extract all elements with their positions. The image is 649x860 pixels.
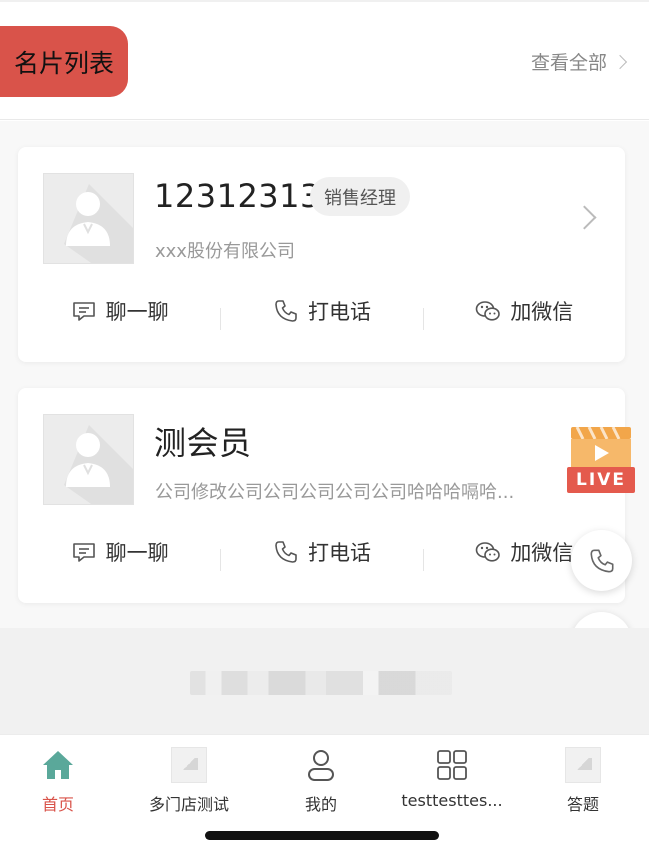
- footer-band: [0, 628, 649, 734]
- chat-button[interactable]: 聊一聊: [18, 296, 220, 326]
- tab-testtesttes[interactable]: testtesttes...: [387, 745, 517, 825]
- home-indicator: [205, 831, 439, 840]
- tab-label: 首页: [41, 795, 74, 814]
- chat-label: 聊一聊: [105, 300, 169, 324]
- phone-icon: [589, 548, 614, 573]
- user-icon: [303, 747, 339, 783]
- phone-icon: [275, 300, 297, 322]
- tab-quiz[interactable]: 答题: [518, 745, 648, 825]
- tab-home[interactable]: 首页: [0, 745, 123, 825]
- title-badge: 销售经理: [310, 177, 410, 216]
- chat-bubble-icon: [72, 543, 95, 562]
- call-label: 打电话: [307, 541, 371, 565]
- wechat-label: 加微信: [510, 541, 574, 565]
- avatar: [43, 173, 134, 264]
- tab-label: 答题: [566, 795, 599, 814]
- avatar-placeholder-icon: [64, 425, 133, 504]
- add-wechat-button[interactable]: 加微信: [422, 296, 625, 330]
- card-actions: 聊一聊 打电话 加微信: [18, 528, 625, 576]
- card-actions: 聊一聊 打电话 加微信: [18, 287, 625, 335]
- chevron-right-icon: [612, 54, 628, 69]
- live-label: LIVE: [567, 467, 635, 493]
- image-placeholder-icon: [171, 747, 207, 783]
- page-title: 名片列表: [0, 26, 128, 97]
- section-header: 名片列表 查看全部: [0, 2, 649, 120]
- chevron-right-icon[interactable]: [572, 205, 597, 230]
- call-button[interactable]: 打电话: [220, 537, 422, 571]
- bottom-tab-bar: 首页 多门店测试 我的 testtesttes... 答题: [0, 734, 649, 860]
- home-icon: [40, 747, 76, 783]
- grid-icon: [434, 747, 470, 783]
- company-name: 公司修改公司公司公司公司公司哈哈哈嗝哈...: [155, 482, 515, 503]
- floating-call-button[interactable]: [571, 530, 632, 591]
- tab-label: 我的: [304, 795, 337, 814]
- wechat-icon: [476, 301, 501, 321]
- chat-label: 聊一聊: [105, 541, 169, 565]
- company-name: xxx股份有限公司: [155, 241, 295, 262]
- page: 名片列表 查看全部 12312313 销售经理 xxx股份有限公司 聊一聊 打电…: [0, 0, 649, 860]
- phone-icon: [275, 541, 297, 563]
- card-name: 12312313: [154, 177, 321, 215]
- wechat-label: 加微信: [510, 300, 574, 324]
- business-card[interactable]: 测会员 公司修改公司公司公司公司公司哈哈哈嗝哈... 聊一聊 打电话 加微信: [18, 388, 625, 603]
- avatar: [43, 414, 134, 505]
- tab-multi-store-test[interactable]: 多门店测试: [124, 745, 254, 825]
- wechat-icon: [476, 542, 501, 562]
- card-name: 测会员: [154, 424, 252, 462]
- business-card[interactable]: 12312313 销售经理 xxx股份有限公司 聊一聊 打电话 加微信: [18, 147, 625, 362]
- clapperboard-icon: [571, 426, 631, 469]
- blurred-footer-text: [190, 671, 452, 695]
- tab-mine[interactable]: 我的: [256, 745, 386, 825]
- chat-button[interactable]: 聊一聊: [18, 537, 220, 567]
- call-button[interactable]: 打电话: [220, 296, 422, 330]
- tab-label: 多门店测试: [148, 795, 229, 814]
- image-placeholder-icon: [565, 747, 601, 783]
- tab-label: testtesttes...: [401, 791, 503, 810]
- view-all-link[interactable]: 查看全部: [530, 48, 628, 75]
- view-all-label: 查看全部: [530, 52, 607, 74]
- avatar-placeholder-icon: [64, 184, 133, 263]
- call-label: 打电话: [307, 300, 371, 324]
- live-badge[interactable]: LIVE: [567, 426, 635, 495]
- chat-bubble-icon: [72, 302, 95, 321]
